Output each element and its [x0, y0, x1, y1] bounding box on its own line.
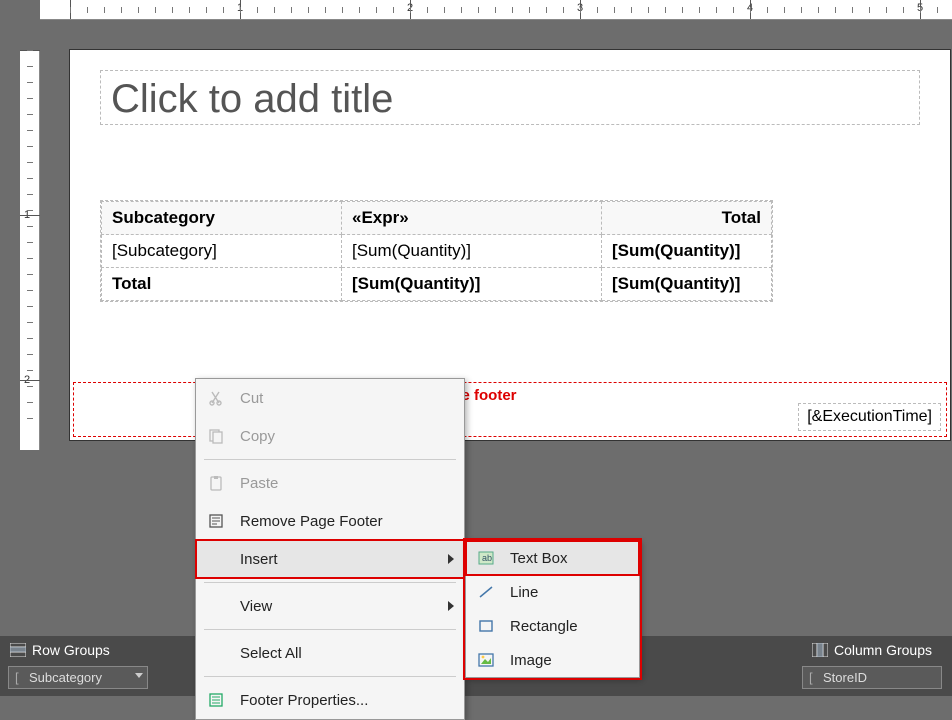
execution-time-textbox[interactable]: [&ExecutionTime]	[798, 403, 941, 431]
menu-copy-label: Copy	[240, 428, 275, 445]
col-header-total[interactable]: Total	[602, 202, 772, 235]
submenu-image-label: Image	[510, 652, 552, 669]
cell-row-total[interactable]: [Sum(Quantity)]	[602, 235, 772, 268]
submenu-line-label: Line	[510, 584, 538, 601]
row-groups-label: Row Groups	[32, 642, 110, 658]
menu-insert-label: Insert	[240, 551, 278, 568]
col-header-expr[interactable]: «Expr»	[342, 202, 602, 235]
menu-copy[interactable]: Copy	[196, 417, 464, 455]
paste-icon	[204, 473, 228, 493]
column-groups-header: Column Groups	[812, 642, 932, 658]
row-group-chip[interactable]: [ Subcategory	[8, 666, 148, 689]
cell-subcategory[interactable]: [Subcategory]	[102, 235, 342, 268]
menu-footer-properties[interactable]: Footer Properties...	[196, 681, 464, 719]
column-group-chip[interactable]: [ StoreID	[802, 666, 942, 689]
textbox-icon: ab	[474, 548, 498, 568]
menu-remove-footer[interactable]: Remove Page Footer	[196, 502, 464, 540]
line-icon	[474, 582, 498, 602]
cell-grand-total[interactable]: [Sum(Quantity)]	[602, 268, 772, 301]
rectangle-icon	[474, 616, 498, 636]
menu-view[interactable]: View	[196, 587, 464, 625]
menu-remove-footer-label: Remove Page Footer	[240, 513, 383, 530]
context-menu: Cut Copy Paste Remove Page Footer Insert…	[195, 378, 465, 720]
menu-select-all-label: Select All	[240, 645, 302, 662]
menu-paste[interactable]: Paste	[196, 464, 464, 502]
insert-submenu: ab Text Box Line Rectangle Image	[465, 540, 640, 678]
row-groups-icon	[10, 643, 26, 657]
column-groups-label: Column Groups	[834, 642, 932, 658]
bracket-icon: [	[809, 670, 813, 685]
horizontal-ruler: 1 2 3 4 5 document.write(Array.from({len…	[40, 0, 952, 20]
row-groups-header: Row Groups	[10, 642, 110, 658]
cell-total-label[interactable]: Total	[102, 268, 342, 301]
matrix-tablix[interactable]: Subcategory «Expr» Total [Subcategory] […	[100, 200, 773, 302]
menu-paste-label: Paste	[240, 475, 278, 492]
menu-view-label: View	[240, 598, 272, 615]
submenu-line[interactable]: Line	[466, 575, 639, 609]
submenu-rectangle[interactable]: Rectangle	[466, 609, 639, 643]
select-all-icon	[204, 643, 228, 663]
submenu-arrow-icon	[448, 554, 454, 564]
row-group-name: Subcategory	[29, 670, 102, 685]
cell-sum-qty[interactable]: [Sum(Quantity)]	[342, 235, 602, 268]
copy-icon	[204, 426, 228, 446]
dropdown-icon[interactable]	[135, 673, 143, 678]
menu-select-all[interactable]: Select All	[196, 634, 464, 672]
col-header-subcategory[interactable]: Subcategory	[102, 202, 342, 235]
cut-icon	[204, 388, 228, 408]
vertical-ruler: 1 2 document.write(Array.from({length:24…	[0, 20, 40, 696]
column-group-name: StoreID	[823, 670, 867, 685]
insert-icon	[204, 549, 228, 569]
remove-footer-icon	[204, 511, 228, 531]
cell-col-total[interactable]: [Sum(Quantity)]	[342, 268, 602, 301]
svg-text:ab: ab	[482, 553, 492, 563]
menu-footer-properties-label: Footer Properties...	[240, 692, 368, 709]
submenu-image[interactable]: Image	[466, 643, 639, 677]
column-groups-icon	[812, 643, 828, 657]
properties-icon	[204, 690, 228, 710]
menu-cut-label: Cut	[240, 390, 263, 407]
submenu-textbox-label: Text Box	[510, 550, 568, 567]
submenu-arrow-icon	[448, 601, 454, 611]
image-icon	[474, 650, 498, 670]
title-textbox[interactable]: Click to add title	[100, 70, 920, 125]
submenu-textbox[interactable]: ab Text Box	[466, 541, 639, 575]
submenu-rectangle-label: Rectangle	[510, 618, 578, 635]
menu-insert[interactable]: Insert	[196, 540, 464, 578]
view-icon	[204, 596, 228, 616]
menu-cut[interactable]: Cut	[196, 379, 464, 417]
bracket-icon: [	[15, 670, 19, 685]
